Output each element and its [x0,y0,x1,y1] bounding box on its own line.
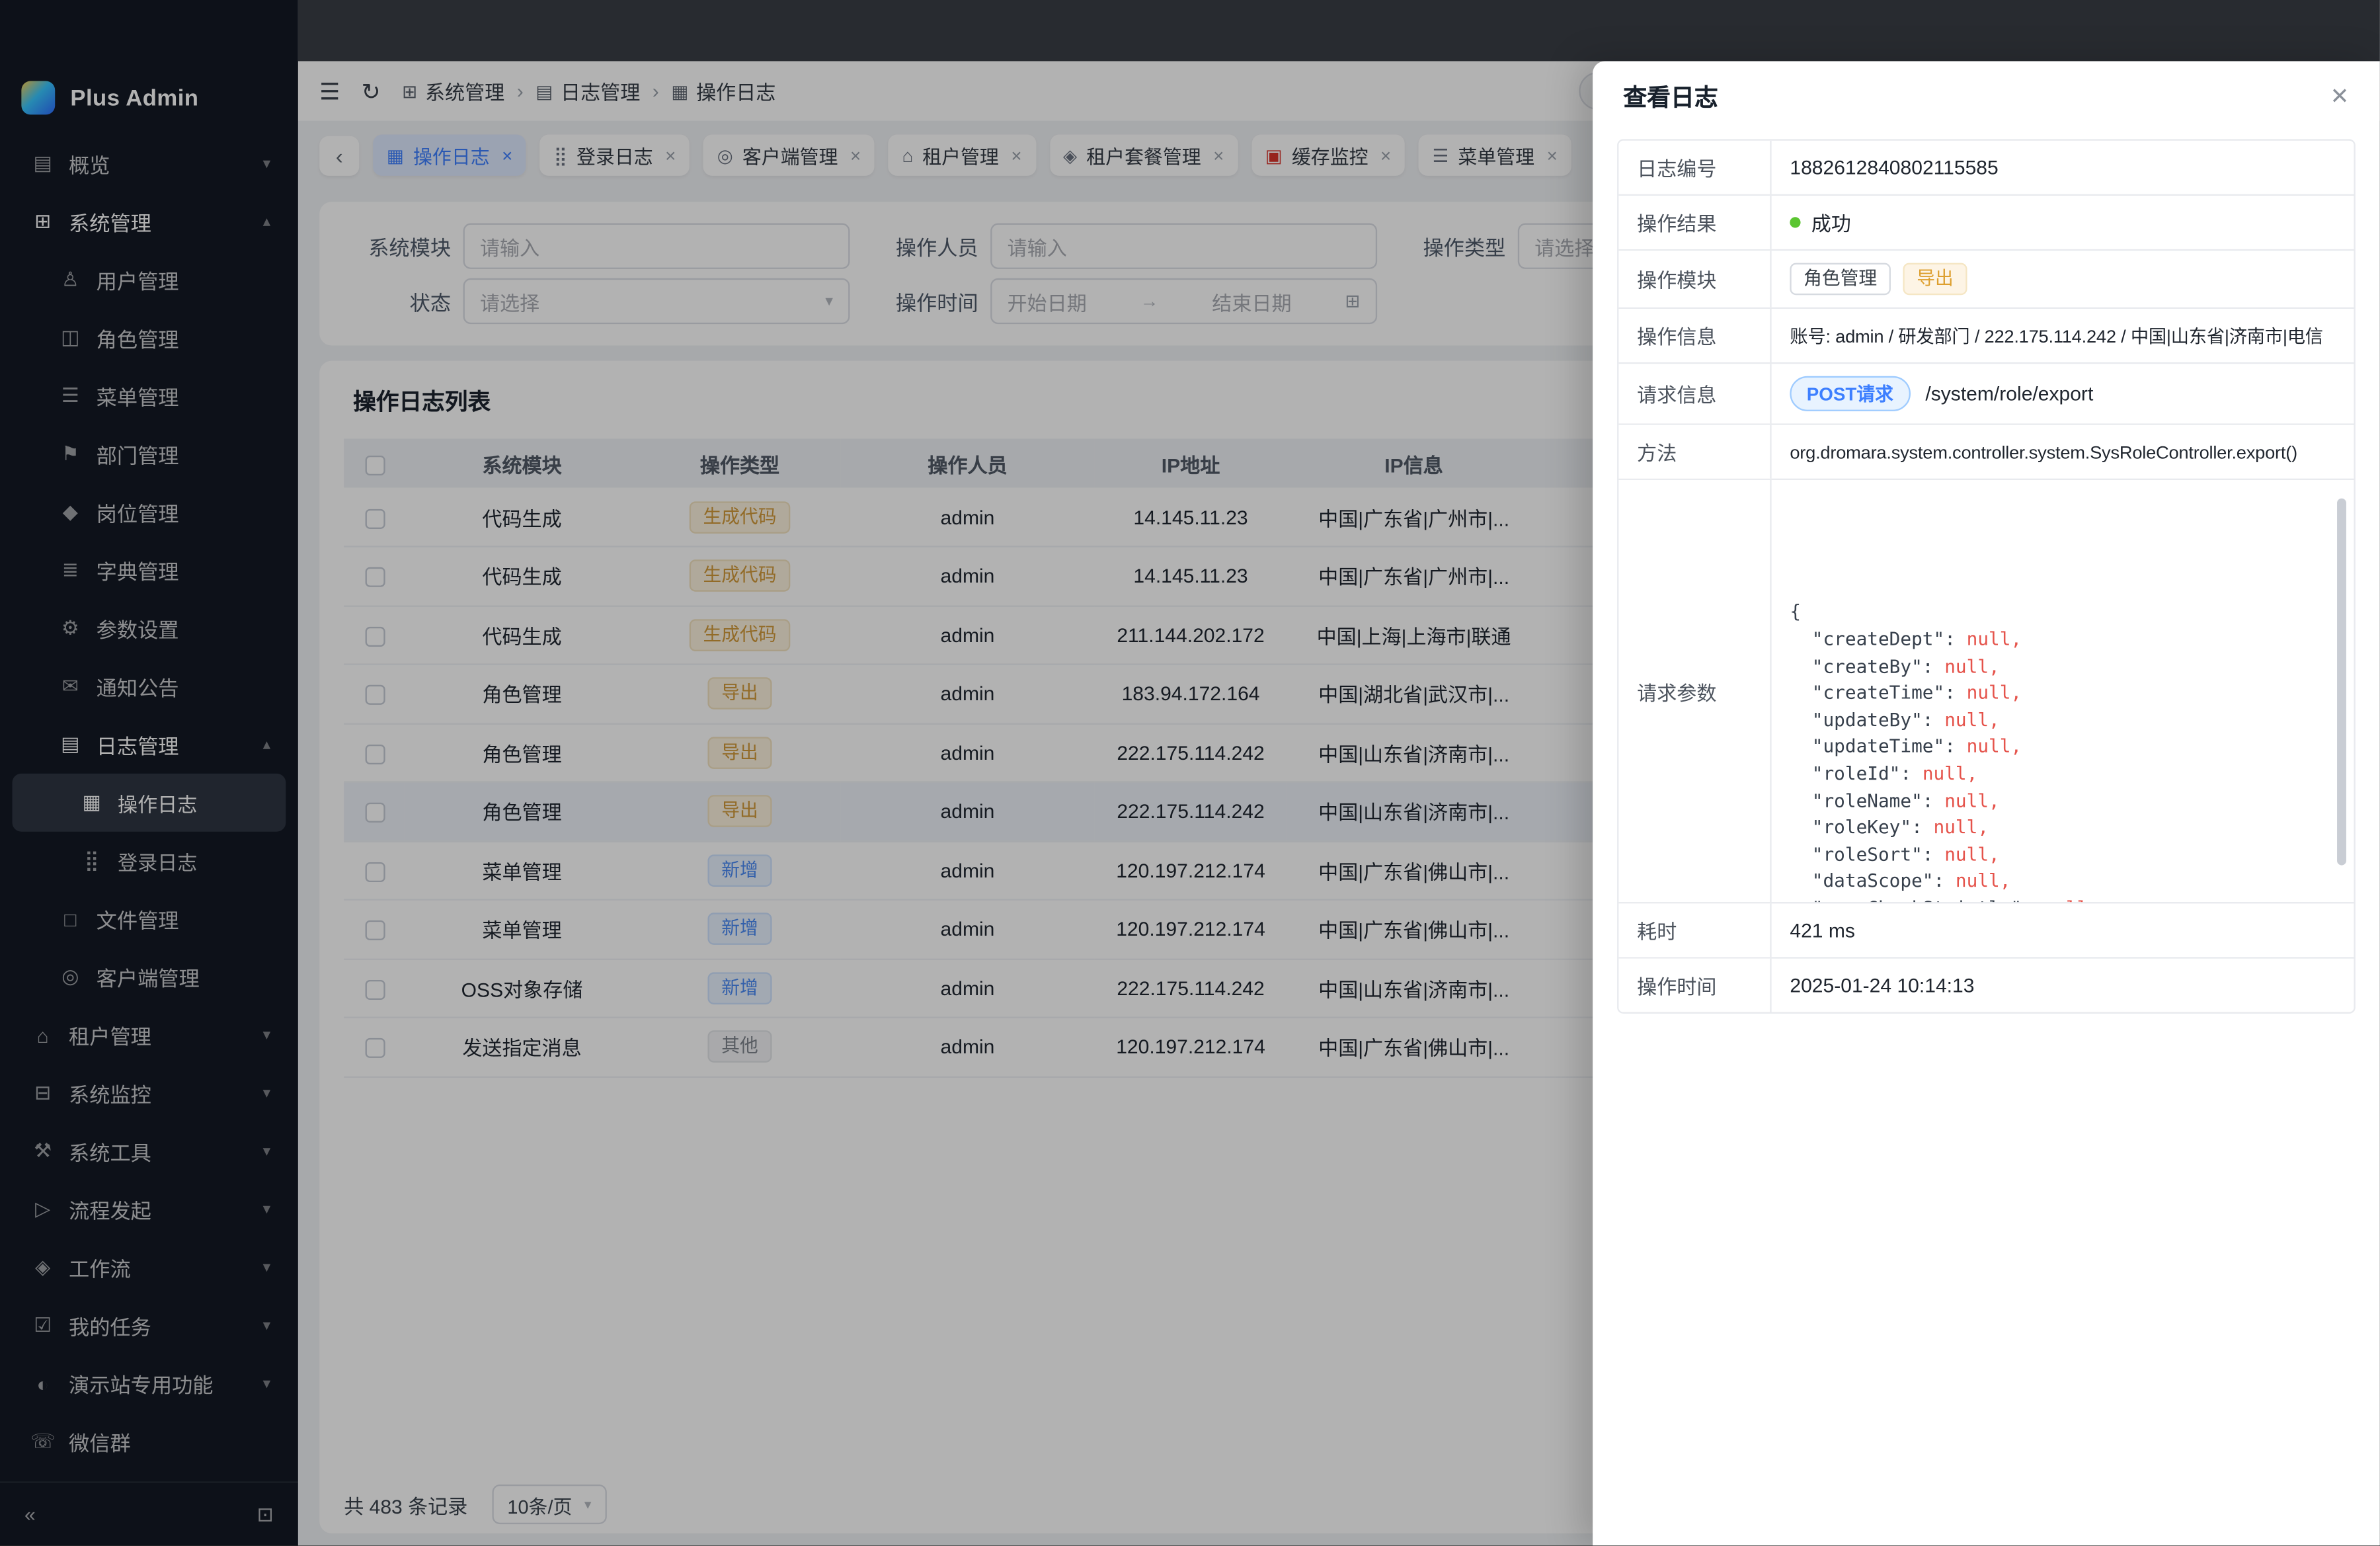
request-path: /system/role/export [1925,382,2093,405]
json-line: "updateBy": null, [1790,708,2335,735]
operation-info-value: 账号: admin / 研发部门 / 222.175.114.242 / 中国|… [1772,309,2354,362]
post-method-badge: POST请求 [1790,376,1910,411]
json-line: { [1790,600,2335,627]
json-line: "createTime": null, [1790,680,2335,708]
json-line: "dataScope": null, [1790,869,2335,896]
request-info-value: POST请求 /system/role/export [1772,364,2354,423]
detail-label: 操作时间 [1618,959,1771,1012]
log-details: 日志编号 1882612840802115585 操作结果 成功 操作模块 角色… [1617,139,2356,1013]
json-line: "menuCheckStrictly": null, [1790,896,2335,902]
drawer-header: 查看日志 ✕ [1593,61,2380,139]
detail-label: 方法 [1618,425,1771,479]
json-line: "roleKey": null, [1790,815,2335,842]
export-tag: 导出 [1903,263,1967,296]
detail-row-module: 操作模块 角色管理 导出 [1618,251,2354,309]
log-id-value: 1882612840802115585 [1772,141,2354,194]
method-value: org.dromara.system.controller.system.Sys… [1772,425,2354,479]
detail-row-info: 操作信息 账号: admin / 研发部门 / 222.175.114.242 … [1618,309,2354,364]
scrollbar-thumb[interactable] [2337,499,2346,866]
detail-label: 请求信息 [1618,364,1771,423]
drawer-title: 查看日志 [1623,79,1718,113]
detail-label: 日志编号 [1618,141,1771,194]
detail-label: 操作结果 [1618,196,1771,249]
detail-label: 请求参数 [1618,480,1771,902]
json-line: "updateTime": null, [1790,735,2335,762]
detail-label: 操作信息 [1618,309,1771,362]
operation-time-value: 2025-01-24 10:14:13 [1772,959,2354,1012]
detail-label: 操作模块 [1618,251,1771,307]
json-line: "roleName": null, [1790,788,2335,815]
json-line: "createBy": null, [1790,654,2335,681]
result-text: 成功 [1811,208,1851,237]
detail-row-log-id: 日志编号 1882612840802115585 [1618,141,2354,196]
detail-label: 耗时 [1618,903,1771,957]
json-code-block[interactable]: { "createDept": null, "createBy": null, … [1772,480,2354,902]
detail-row-time: 操作时间 2025-01-24 10:14:13 [1618,959,2354,1012]
detail-row-params: 请求参数 { "createDept": null, "createBy": n… [1618,480,2354,903]
detail-row-result: 操作结果 成功 [1618,196,2354,251]
view-log-drawer: 查看日志 ✕ 日志编号 1882612840802115585 操作结果 成功 … [1593,61,2380,1545]
detail-row-duration: 耗时 421 ms [1618,903,2354,958]
json-line: "createDept": null, [1790,627,2335,654]
module-value: 角色管理 导出 [1772,251,2354,307]
duration-value: 421 ms [1772,903,2354,957]
detail-row-method: 方法 org.dromara.system.controller.system.… [1618,425,2354,480]
success-dot-icon [1790,217,1800,227]
close-icon[interactable]: ✕ [2330,83,2349,110]
module-tag: 角色管理 [1790,263,1891,296]
request-params-value: { "createDept": null, "createBy": null, … [1772,480,2354,902]
json-line: "roleSort": null, [1790,842,2335,869]
app-root: Plus Admin ▤ 概览 ▾ ⊞ 系统管理 ▴ ♙ 用户管理 [0,0,2380,1545]
json-line: "roleId": null, [1790,761,2335,788]
detail-row-request: 请求信息 POST请求 /system/role/export [1618,364,2354,425]
result-value: 成功 [1772,196,2354,249]
